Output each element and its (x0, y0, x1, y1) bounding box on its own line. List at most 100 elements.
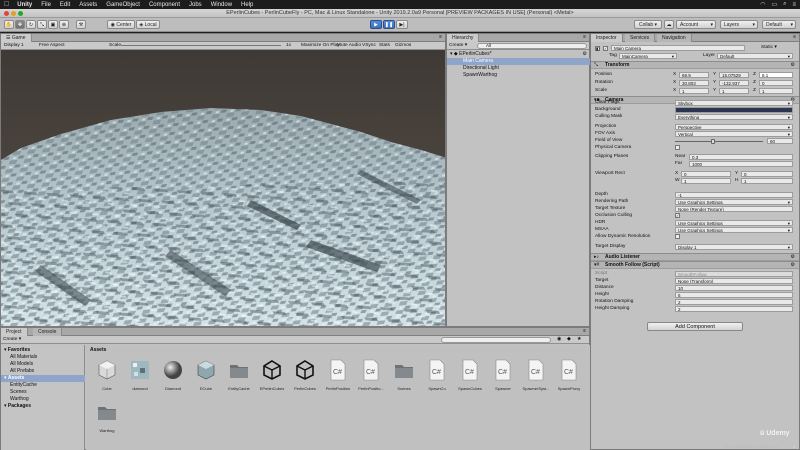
layers-dropdown[interactable]: Layers ▾ (720, 20, 758, 29)
menu-help[interactable]: Help (241, 2, 253, 8)
height-damping-field[interactable]: 2 (675, 306, 793, 312)
asset-item[interactable]: C# PerlinPosition (323, 357, 353, 393)
menu-file[interactable]: File (41, 2, 51, 8)
account-dropdown[interactable]: Account ▾ (676, 20, 716, 29)
tab-project[interactable]: Project (1, 328, 28, 336)
scene-menu-icon[interactable]: ⚙ (583, 51, 587, 58)
pivot-center-button[interactable]: ◉ Center (107, 20, 135, 29)
height-field[interactable]: 5 (675, 292, 793, 298)
favorite-icon[interactable]: ★ (577, 337, 581, 342)
play-button[interactable]: ▶ (370, 20, 382, 29)
tree-item[interactable]: All Models (1, 361, 85, 368)
vsync-toggle[interactable]: VSync (362, 43, 376, 48)
scale-slider[interactable] (121, 45, 281, 46)
asset-item[interactable]: C# SpawnCubes (455, 357, 485, 393)
component-menu-icon[interactable]: ⚙ (791, 254, 795, 261)
smooth-follow-header[interactable]: Smooth Follow (Script) ▾# ⚙ (591, 261, 799, 269)
layer-dropdown[interactable]: Default (717, 53, 793, 59)
rotation-x-field[interactable]: 30.803 (679, 80, 709, 86)
tree-item[interactable]: All Prefabs (1, 368, 85, 375)
asset-breadcrumb[interactable]: Assets (90, 347, 106, 353)
component-menu-icon[interactable]: ⚙ (791, 262, 795, 269)
projection-dropdown[interactable]: Perspective (675, 124, 793, 130)
pivot-local-button[interactable]: ◈ Local (136, 20, 160, 29)
tab-services[interactable]: Services (625, 34, 656, 42)
near-field[interactable]: 0.3 (689, 154, 793, 160)
fov-slider-handle[interactable] (711, 139, 715, 144)
position-x-field[interactable]: 69.9 (679, 72, 709, 78)
mute-audio-toggle[interactable]: Mute Audio (337, 43, 361, 48)
close-window-icon[interactable] (4, 11, 9, 16)
culling-mask-dropdown[interactable]: Everything (675, 114, 793, 120)
scale-tool-button[interactable]: ⤡ (37, 20, 47, 29)
menu-unity[interactable]: Unity (17, 2, 32, 8)
tree-item[interactable]: ▾ Favorites (1, 347, 85, 354)
tab-game[interactable]: ☰ Game (1, 34, 32, 42)
rotate-tool-button[interactable]: ↻ (26, 20, 36, 29)
viewport-x-field[interactable]: 0 (681, 171, 731, 177)
object-active-checkbox[interactable]: ✓ (603, 46, 608, 51)
hdr-dropdown[interactable]: Use Graphics Settings (675, 220, 793, 226)
tree-item[interactable]: Scenes (1, 389, 85, 396)
scale-y-field[interactable]: 1 (719, 88, 749, 94)
viewport-y-field[interactable]: 0 (741, 171, 793, 177)
rotation-y-field[interactable]: -132.937 (719, 80, 749, 86)
scene-row[interactable]: ▾ ◆ EPerlinCubes* ⚙ (447, 51, 590, 58)
filter-by-type-icon[interactable]: ◉ (557, 337, 561, 342)
target-field[interactable]: None (Transform) (675, 278, 793, 284)
asset-item[interactable]: C# SpawnCu (422, 357, 452, 393)
custom-tool-button[interactable]: ⚒ (76, 20, 86, 29)
asset-item[interactable]: Cube (92, 357, 122, 393)
menu-jobs[interactable]: Jobs (189, 2, 202, 8)
tree-item[interactable]: Warthog (1, 396, 85, 403)
menu-window[interactable]: Window (211, 2, 232, 8)
aspect-dropdown[interactable]: Free Aspect (39, 43, 65, 48)
tab-hierarchy[interactable]: Hierarchy (447, 34, 480, 42)
target-texture-field[interactable]: None (Render Texture) (675, 206, 793, 212)
asset-item[interactable]: C# PerlinPositio... (356, 357, 386, 393)
hierarchy-item-directional-light[interactable]: Directional Light (447, 65, 590, 72)
asset-item[interactable]: C# SpawnerSyst... (521, 357, 551, 393)
target-display-dropdown[interactable]: Display 1 (675, 244, 793, 250)
clear-flags-dropdown[interactable]: Skybox (675, 100, 793, 106)
apple-icon[interactable]:  (4, 1, 9, 8)
asset-item[interactable]: Scenes (389, 357, 419, 393)
move-tool-button[interactable]: ✥ (15, 20, 25, 29)
menu-component[interactable]: Component (149, 2, 180, 8)
rendering-path-dropdown[interactable]: Use Graphics Settings (675, 199, 793, 205)
far-field[interactable]: 1000 (689, 161, 793, 167)
viewport-h-field[interactable]: 1 (741, 178, 793, 184)
panel-menu-icon[interactable]: ≡ (793, 34, 796, 40)
asset-item[interactable]: Warthog (92, 399, 122, 435)
depth-field[interactable]: -1 (675, 192, 793, 198)
background-color-swatch[interactable] (675, 107, 793, 113)
menu-assets[interactable]: Assets (79, 2, 97, 8)
minimize-window-icon[interactable] (11, 11, 16, 16)
component-menu-icon[interactable]: ⚙ (791, 62, 795, 69)
tab-inspector[interactable]: Inspector (591, 34, 623, 42)
asset-item[interactable]: C# Spawner (488, 357, 518, 393)
cloud-button[interactable]: ☁ (664, 20, 674, 29)
transform-tool-button[interactable]: ⊕ (59, 20, 69, 29)
scale-z-field[interactable]: 1 (759, 88, 793, 94)
tree-item[interactable]: EntityCache (1, 382, 85, 389)
hand-tool-button[interactable]: ✋ (4, 20, 14, 29)
tab-console[interactable]: Console (33, 328, 63, 336)
step-button[interactable]: ▶| (396, 20, 408, 29)
tree-item[interactable]: All Materials (1, 354, 85, 361)
hierarchy-create-button[interactable]: Create ▾ (449, 43, 467, 48)
filter-by-label-icon[interactable]: ◆ (567, 337, 571, 342)
asset-item[interactable]: PerlinCubes (290, 357, 320, 393)
viewport-w-field[interactable]: 1 (681, 178, 731, 184)
menu-list-icon[interactable]: ≡ (792, 2, 796, 8)
game-render-viewport[interactable] (1, 50, 446, 327)
add-component-button[interactable]: Add Component (647, 322, 743, 331)
occlusion-culling-checkbox[interactable]: ✓ (675, 213, 680, 218)
menu-edit[interactable]: Edit (60, 2, 70, 8)
wifi-icon[interactable]: ◠ (760, 1, 765, 8)
tree-item[interactable]: ▾ Packages (1, 403, 85, 410)
distance-field[interactable]: 10 (675, 285, 793, 291)
search-icon[interactable]: ⌕ (783, 1, 786, 8)
asset-item[interactable]: Diamond (158, 357, 188, 393)
collab-dropdown[interactable]: Collab ▾ (634, 20, 662, 29)
